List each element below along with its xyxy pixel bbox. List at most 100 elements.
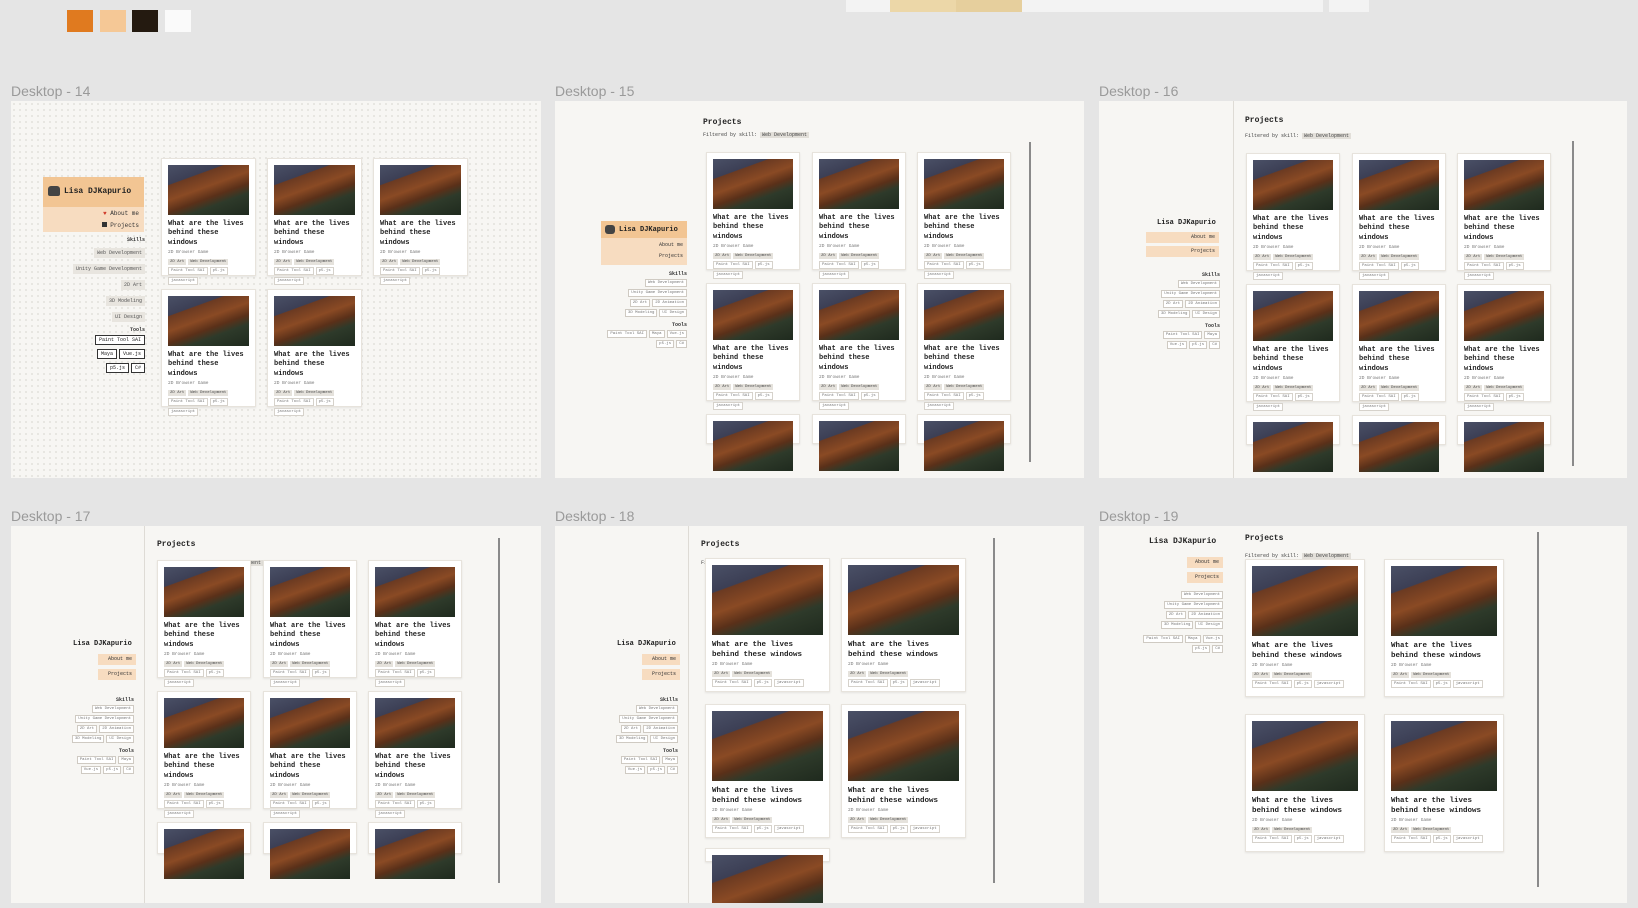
- skill-tag[interactable]: Web Development: [868, 817, 909, 824]
- tool-tag[interactable]: p5.js: [753, 825, 772, 834]
- tool-tag[interactable]: javascript: [909, 679, 940, 688]
- frame-desktop-16[interactable]: Lisa DJKapurio About me Projects Skills …: [1099, 101, 1627, 478]
- skill-tag[interactable]: 2D Animation: [1188, 611, 1223, 619]
- project-thumbnail[interactable]: [1359, 160, 1439, 210]
- tool-tag[interactable]: p5.js: [209, 267, 228, 276]
- filter-chip[interactable]: Web Development: [1302, 133, 1352, 139]
- tool-tag[interactable]: Paint Tool SAI: [1253, 262, 1293, 271]
- project-thumbnail[interactable]: [819, 290, 899, 340]
- tool-tag[interactable]: Paint Tool SAI: [270, 800, 310, 809]
- skill-tag[interactable]: 3D Modeling: [71, 735, 105, 743]
- project-card[interactable]: What are the lives behind these windows …: [267, 289, 362, 417]
- tool-tag[interactable]: javascript: [1253, 272, 1284, 281]
- skill-tag[interactable]: 2D Art: [1253, 385, 1272, 392]
- skill-tag[interactable]: UI Design: [659, 309, 687, 317]
- project-title[interactable]: What are the lives behind these windows: [1359, 215, 1439, 243]
- tool-tag[interactable]: javascript: [1359, 272, 1390, 281]
- project-title[interactable]: What are the lives behind these windows: [712, 786, 823, 806]
- skill-tag[interactable]: Web Development: [635, 705, 678, 713]
- tool-tag[interactable]: p5.js: [315, 398, 334, 407]
- skill-tag[interactable]: Web Development: [839, 384, 880, 391]
- tool-tag[interactable]: p5.js: [1293, 680, 1312, 689]
- skill-tag[interactable]: Web Development: [1177, 280, 1220, 288]
- tool-tag[interactable]: Paint Tool SAI: [712, 825, 752, 834]
- skill-tag[interactable]: 2D Art: [1391, 827, 1410, 834]
- tool-tag[interactable]: p5.js: [1400, 393, 1419, 402]
- tool-tag[interactable]: Maya: [118, 756, 134, 764]
- tool-tag[interactable]: p5.js: [311, 800, 330, 809]
- tool-tag[interactable]: Maya: [1184, 635, 1201, 643]
- tool-tag[interactable]: Paint Tool SAI: [848, 825, 888, 834]
- project-card[interactable]: What are the lives behind these windows …: [1352, 284, 1446, 412]
- skill-tag[interactable]: 2D Art: [712, 671, 731, 678]
- project-title[interactable]: What are the lives behind these windows: [274, 220, 355, 248]
- skill-tag[interactable]: Web Development: [184, 661, 225, 668]
- project-title[interactable]: What are the lives behind these windows: [375, 753, 455, 781]
- tool-tag[interactable]: javascript: [773, 825, 804, 834]
- tool-tag[interactable]: p5.js: [209, 398, 228, 407]
- tool-tag[interactable]: p5.js: [105, 363, 129, 373]
- nav-projects[interactable]: Projects: [98, 669, 136, 680]
- skill-tag[interactable]: Web Development: [188, 390, 229, 397]
- tool-tag[interactable]: p5.js: [1432, 680, 1451, 689]
- project-card[interactable]: What are the lives behind these windows …: [706, 152, 800, 280]
- tool-tag[interactable]: p5.js: [1505, 262, 1524, 271]
- tool-tag[interactable]: Paint Tool SAI: [713, 261, 753, 270]
- skill-tag[interactable]: Web Development: [1484, 254, 1525, 261]
- project-card[interactable]: What are the lives behind these windows …: [157, 560, 251, 688]
- swatch-dark-brown[interactable]: [132, 10, 158, 32]
- tool-tag[interactable]: p5.js: [416, 669, 435, 678]
- skill-tag[interactable]: Web Development: [1272, 672, 1313, 679]
- project-thumbnail[interactable]: [819, 421, 899, 471]
- project-card[interactable]: What are the lives behind these windows …: [373, 158, 468, 286]
- project-card[interactable]: What are the lives behind these windows …: [917, 152, 1011, 280]
- tool-tag[interactable]: javascript: [270, 810, 301, 819]
- skill-tag[interactable]: UI Design: [1192, 310, 1220, 318]
- tool-tag[interactable]: javascript: [1253, 403, 1284, 412]
- swatch-peach[interactable]: [100, 10, 126, 32]
- tool-tag[interactable]: p5.js: [421, 267, 440, 276]
- nav-about[interactable]: ♥ About me: [71, 210, 139, 217]
- tool-tag[interactable]: javascript: [1313, 835, 1344, 844]
- skill-tag[interactable]: 3D Modeling: [624, 309, 658, 317]
- tool-tag[interactable]: Vue.js: [1166, 341, 1188, 349]
- project-thumbnail[interactable]: [712, 565, 823, 635]
- project-title[interactable]: What are the lives behind these windows: [164, 622, 244, 650]
- nav-about[interactable]: About me: [642, 654, 680, 665]
- tool-tag[interactable]: javascript: [819, 271, 850, 280]
- tool-tag[interactable]: javascript: [1452, 835, 1483, 844]
- skill-tag[interactable]: 2D Art: [270, 661, 289, 668]
- project-thumbnail[interactable]: [1359, 291, 1439, 341]
- tool-tag[interactable]: p5.js: [754, 392, 773, 401]
- skill-tag[interactable]: UI Design: [650, 735, 678, 743]
- tool-tag[interactable]: Paint Tool SAI: [1391, 835, 1431, 844]
- project-thumbnail[interactable]: [713, 159, 793, 209]
- project-card[interactable]: What are the lives behind these windows …: [812, 152, 906, 280]
- project-thumbnail[interactable]: [713, 421, 793, 471]
- tool-tag[interactable]: javascript: [274, 408, 305, 417]
- project-thumbnail[interactable]: [375, 567, 455, 617]
- project-card[interactable]: What are the lives behind these windows …: [1245, 559, 1365, 697]
- nav-projects[interactable]: Projects: [642, 669, 680, 680]
- tool-tag[interactable]: p5.js: [656, 340, 675, 348]
- tool-tag[interactable]: p5.js: [1432, 835, 1451, 844]
- tool-tag[interactable]: Paint Tool SAI: [607, 330, 647, 338]
- frame-title-14[interactable]: Desktop - 14: [11, 83, 90, 99]
- tool-tag[interactable]: Vue.js: [118, 349, 145, 359]
- project-card[interactable]: What are the lives behind these windows …: [1245, 714, 1365, 852]
- skill-tag[interactable]: Web Development: [294, 390, 335, 397]
- tool-tag[interactable]: Maya: [662, 756, 678, 764]
- skill-tag[interactable]: Unity Game Development: [619, 715, 678, 723]
- project-card[interactable]: What are the lives behind these windows …: [1457, 284, 1551, 412]
- skill-tag[interactable]: 2D Art: [1165, 611, 1187, 619]
- skill-tag[interactable]: Web Development: [1272, 827, 1313, 834]
- project-thumbnail[interactable]: [375, 829, 455, 879]
- tool-tag[interactable]: Paint Tool SAI: [375, 800, 415, 809]
- tool-tag[interactable]: Paint Tool SAI: [168, 267, 208, 276]
- skill-tag[interactable]: 2D Animation: [652, 299, 687, 307]
- tool-tag[interactable]: Paint Tool SAI: [164, 669, 204, 678]
- skill-tag[interactable]: 2D Art: [164, 661, 183, 668]
- tool-tag[interactable]: Paint Tool SAI: [1359, 393, 1399, 402]
- tool-tag[interactable]: p5.js: [1294, 393, 1313, 402]
- project-thumbnail[interactable]: [1253, 291, 1333, 341]
